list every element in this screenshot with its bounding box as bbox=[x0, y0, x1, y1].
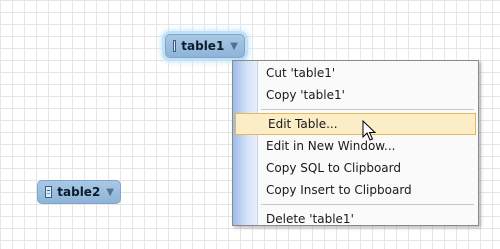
dropdown-arrow-icon[interactable]: ▼ bbox=[230, 41, 238, 52]
dropdown-arrow-icon[interactable]: ▼ bbox=[106, 187, 114, 198]
menu-item-delete[interactable]: Delete 'table1' bbox=[233, 208, 478, 230]
menu-item-edit-new-window[interactable]: Edit in New Window... bbox=[233, 135, 478, 157]
menu-item-copy[interactable]: Copy 'table1' bbox=[233, 84, 478, 106]
menu-item-copy-insert[interactable]: Copy Insert to Clipboard bbox=[233, 179, 478, 201]
table-icon bbox=[173, 40, 177, 52]
table-node-label: table1 bbox=[181, 39, 225, 53]
menu-item-edit-table[interactable]: Edit Table... bbox=[235, 113, 476, 135]
menu-separator bbox=[233, 106, 478, 113]
menu-item-copy-sql[interactable]: Copy SQL to Clipboard bbox=[233, 157, 478, 179]
menu-item-cut[interactable]: Cut 'table1' bbox=[233, 62, 478, 84]
table-node-label: table2 bbox=[57, 185, 101, 199]
table-icon bbox=[45, 186, 53, 198]
menu-separator bbox=[233, 201, 478, 208]
table-node-table2[interactable]: table2 ▼ bbox=[37, 180, 121, 204]
mouse-pointer-icon bbox=[362, 120, 377, 141]
table-node-table1[interactable]: table1 ▼ bbox=[165, 34, 245, 58]
context-menu: Cut 'table1' Copy 'table1' Edit Table...… bbox=[232, 60, 479, 226]
